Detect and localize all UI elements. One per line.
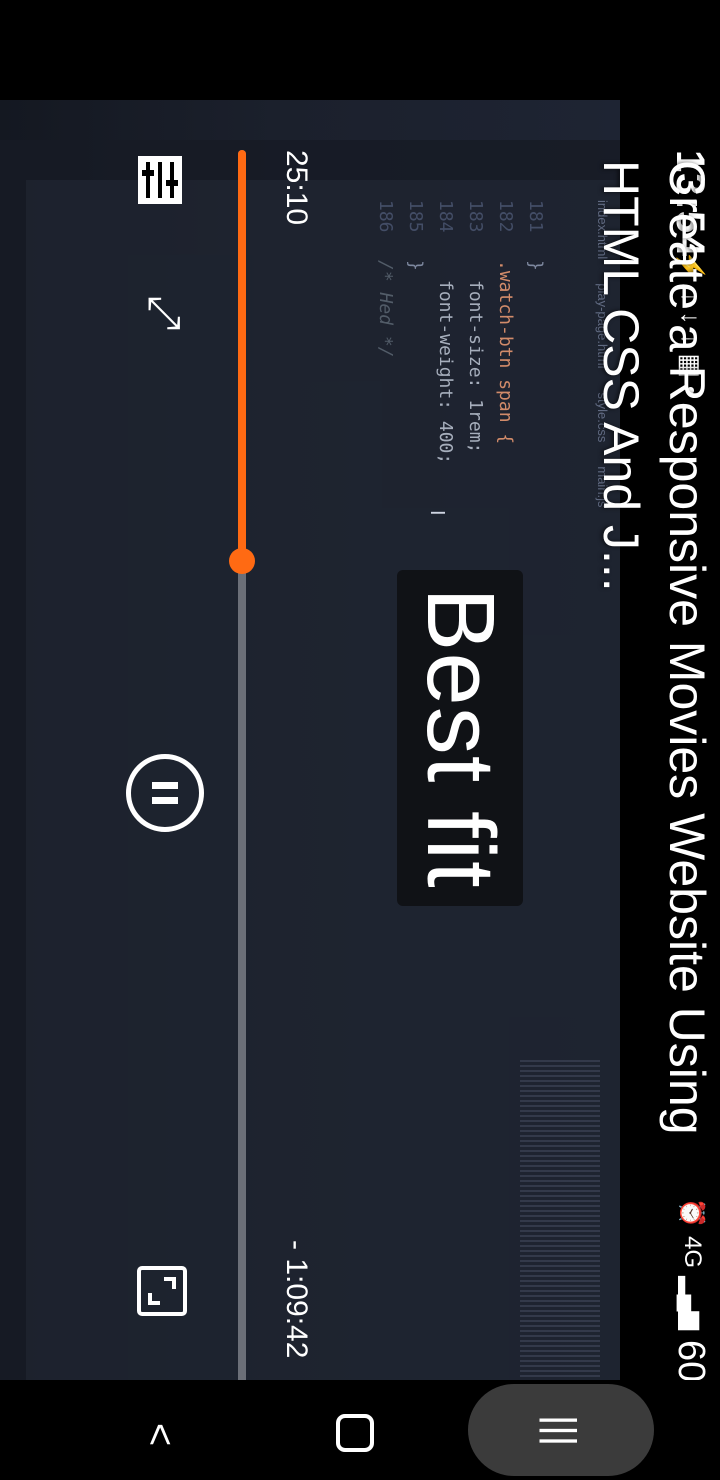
signal-icon: ▂▄▆ <box>678 1276 705 1330</box>
editor-screenshot: index.html play-page.html style.css main… <box>0 140 620 1430</box>
code-line: /* Hed */ <box>375 260 396 358</box>
home-button[interactable] <box>330 1408 382 1460</box>
aspect-mode-badge: Best fit <box>397 570 523 906</box>
home-icon <box>336 1414 374 1452</box>
line-number: 182 <box>495 200 516 233</box>
code-line: .watch-btn span { <box>495 260 516 445</box>
video-title: Create a Responsive Movies Website Using… <box>593 160 715 1135</box>
code-line: font-weight: 400; <box>435 280 456 465</box>
navigation-bar: ||| < <box>0 1380 720 1480</box>
player-settings-icon[interactable] <box>130 150 190 210</box>
line-number: 184 <box>435 200 456 233</box>
video-player: index.html play-page.html style.css main… <box>0 0 720 1480</box>
line-number: 181 <box>525 200 546 233</box>
seek-progress <box>238 150 246 561</box>
recents-icon: ||| <box>539 1414 584 1446</box>
seek-bar[interactable] <box>229 150 255 1425</box>
recents-button[interactable]: ||| <box>468 1384 654 1476</box>
rotate-icon[interactable]: ⤢ <box>136 285 192 341</box>
pause-icon[interactable] <box>126 754 204 832</box>
code-block: 181} 182 .watch-btn span { 183 font-size: … <box>370 200 550 464</box>
line-number: 186 <box>375 200 396 233</box>
back-button[interactable]: < <box>132 1406 188 1462</box>
editor-status-bar <box>0 140 26 1430</box>
back-icon: < <box>138 1422 183 1446</box>
fit-screen-icon[interactable] <box>136 1265 188 1317</box>
code-line: } <box>525 260 546 271</box>
code-line: } <box>405 260 426 271</box>
line-number: 185 <box>405 200 426 233</box>
line-number: 183 <box>465 200 486 233</box>
text-cursor-icon: I <box>426 510 448 516</box>
remaining-time: - 1:09:42 <box>280 1240 313 1359</box>
elapsed-time: 25:10 <box>280 150 313 226</box>
seek-handle[interactable] <box>229 547 255 574</box>
code-line: font-size: 1rem; <box>465 280 486 454</box>
